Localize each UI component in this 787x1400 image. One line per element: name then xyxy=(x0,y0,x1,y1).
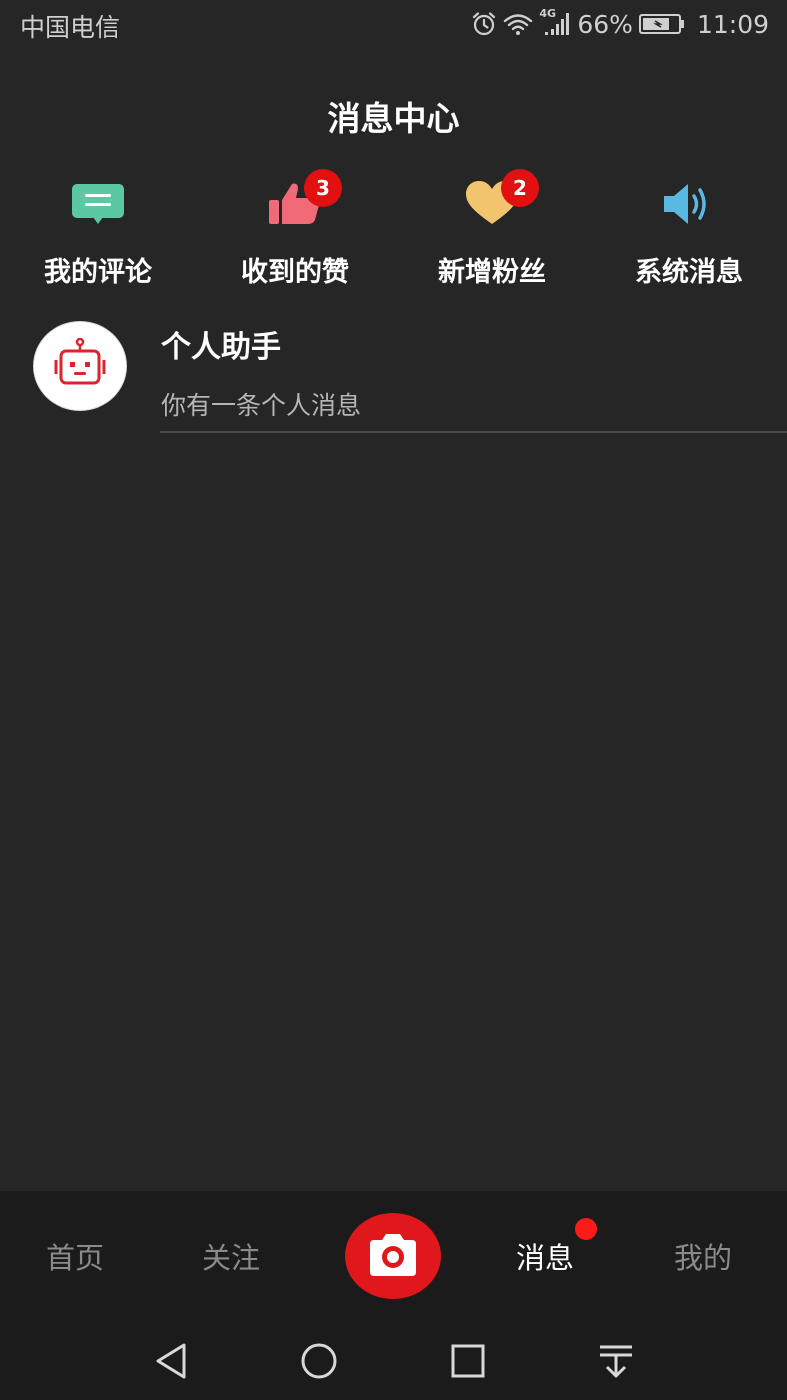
category-icon-wrap: 3 xyxy=(260,169,342,238)
back-button[interactable] xyxy=(150,1339,194,1383)
recents-button[interactable] xyxy=(446,1339,490,1383)
network-type: 4G xyxy=(539,7,557,20)
wifi-icon xyxy=(503,12,533,36)
category-new-followers[interactable]: 2 新增粉丝 xyxy=(394,169,590,290)
camera-button[interactable] xyxy=(345,1213,441,1299)
category-label: 收到的赞 xyxy=(241,257,349,288)
system-nav-bar xyxy=(0,1319,787,1400)
alarm-icon xyxy=(471,11,497,37)
tab-messages[interactable]: 消息 xyxy=(516,1235,574,1277)
battery-icon xyxy=(638,13,685,35)
status-icons: 4G 66% 11:09 xyxy=(471,6,769,42)
page-title: 消息中心 xyxy=(327,99,460,138)
signal-icon: 4G xyxy=(539,7,571,37)
category-label: 系统消息 xyxy=(635,257,743,288)
category-row: 我的评论 3 收到的赞 2 新增粉丝 系统消息 xyxy=(0,169,787,290)
message-preview: 你有一条个人消息 xyxy=(161,391,362,420)
tab-following[interactable]: 关注 xyxy=(202,1235,260,1277)
category-system-messages[interactable]: 系统消息 xyxy=(591,170,787,290)
category-icon-wrap xyxy=(654,176,724,238)
robot-icon xyxy=(54,338,106,385)
category-icon-wrap xyxy=(63,176,133,238)
category-likes-received[interactable]: 3 收到的赞 xyxy=(197,169,393,290)
camera-icon xyxy=(370,1234,416,1276)
avatar xyxy=(33,321,127,411)
status-bar: 中国电信 4G 66% 11:09 xyxy=(0,0,787,48)
likes-badge: 3 xyxy=(304,169,342,207)
divider xyxy=(160,431,787,433)
message-item-personal-assistant[interactable]: 个人助手 你有一条个人消息 xyxy=(0,318,787,434)
tab-home[interactable]: 首页 xyxy=(46,1235,104,1277)
battery-percent: 66% xyxy=(577,9,633,39)
category-label: 我的评论 xyxy=(44,257,152,288)
back-icon xyxy=(156,1343,186,1379)
unread-dot xyxy=(575,1218,597,1240)
message-title: 个人助手 xyxy=(161,330,281,365)
home-button[interactable] xyxy=(297,1339,341,1383)
notification-pull-icon xyxy=(600,1345,632,1378)
notification-pull-button[interactable] xyxy=(594,1339,638,1383)
screen: 中国电信 4G 66% 11:09 消息中心 我的评论 3 收到的赞 2 新增粉… xyxy=(0,0,787,1400)
category-my-comments[interactable]: 我的评论 xyxy=(0,170,196,290)
clock: 11:09 xyxy=(696,9,769,39)
tab-bar: 首页 关注 消息 我的 xyxy=(0,1191,787,1319)
carrier-name: 中国电信 xyxy=(20,13,121,42)
home-icon xyxy=(301,1343,337,1379)
comment-icon xyxy=(72,184,124,224)
category-label: 新增粉丝 xyxy=(438,257,546,288)
followers-badge: 2 xyxy=(501,169,539,207)
recents-icon xyxy=(451,1344,485,1378)
speaker-icon xyxy=(664,184,706,224)
category-icon-wrap: 2 xyxy=(457,169,539,238)
tab-mine[interactable]: 我的 xyxy=(674,1235,732,1277)
